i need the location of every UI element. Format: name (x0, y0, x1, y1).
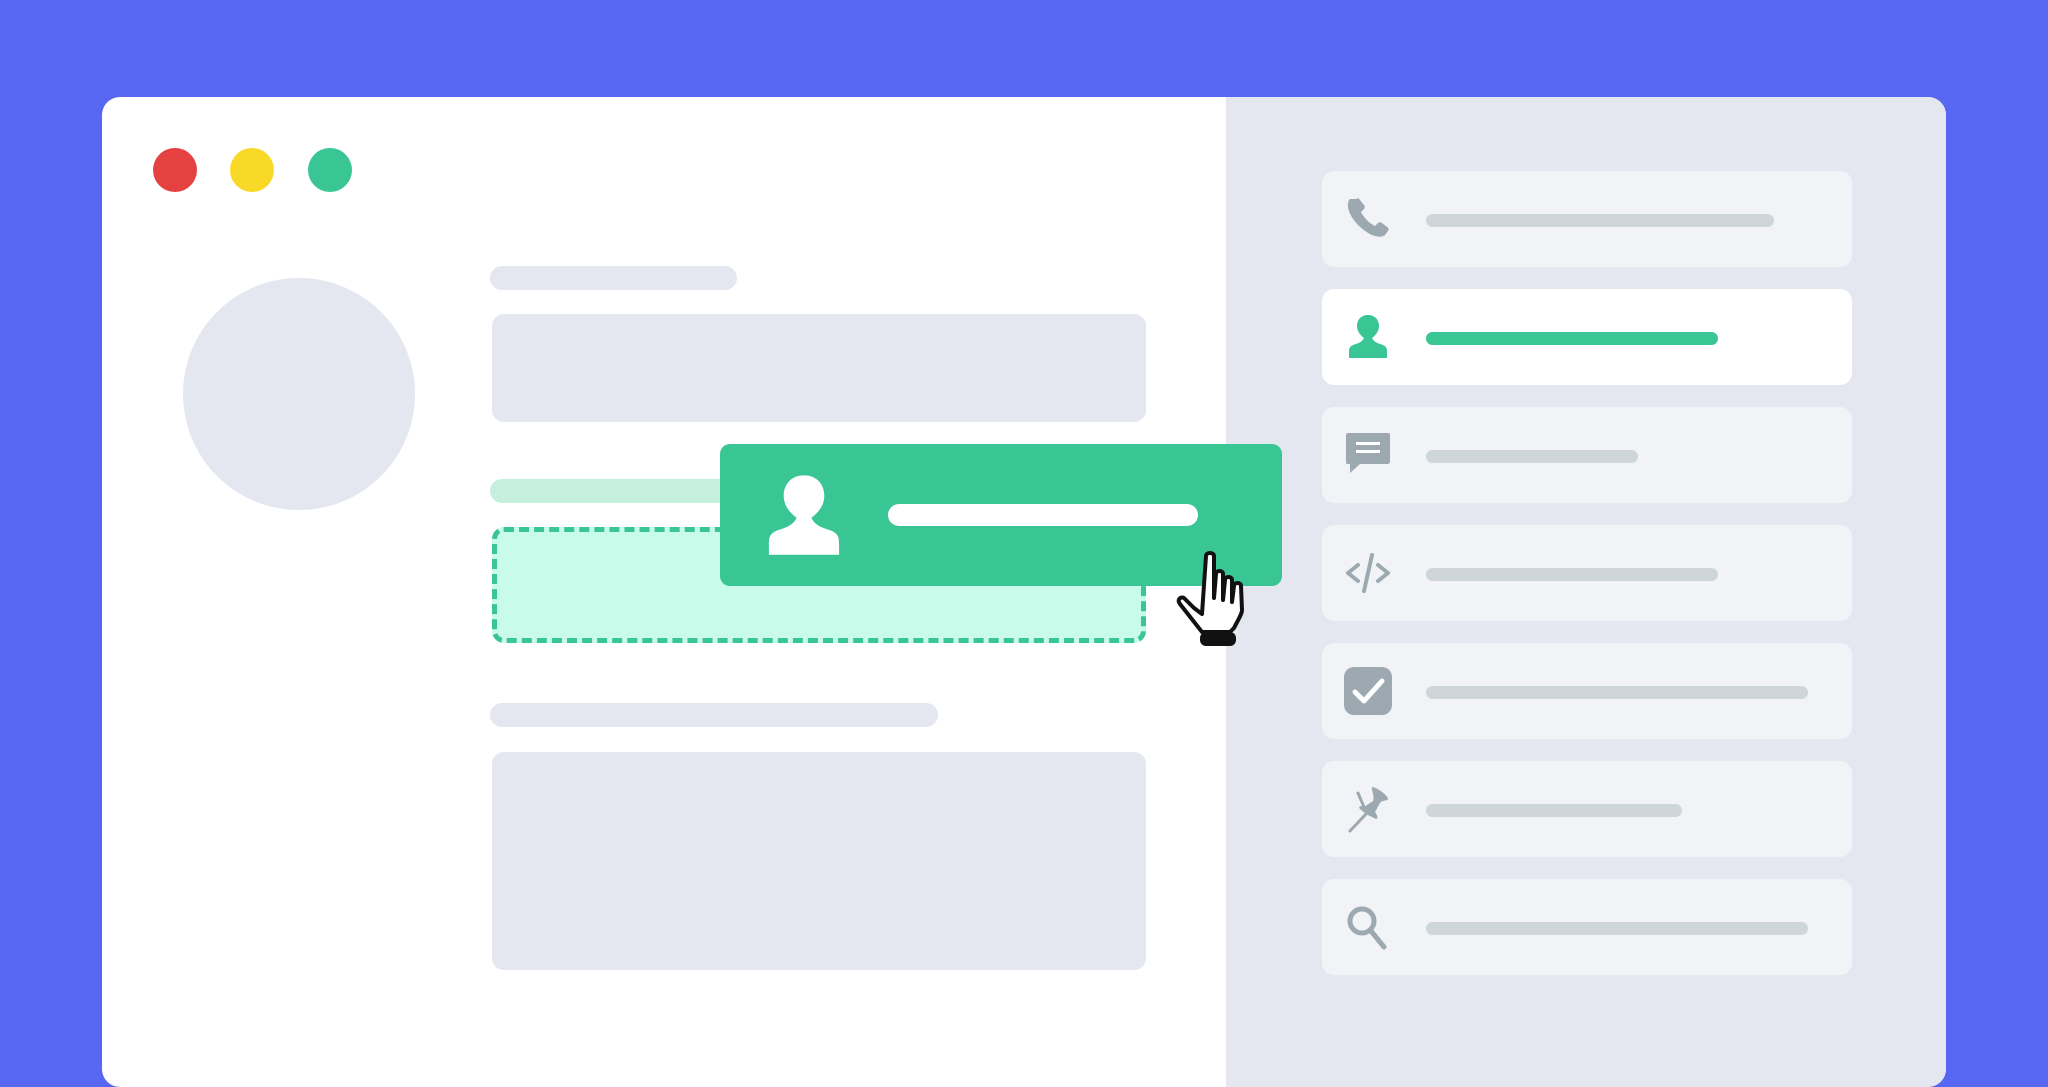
user-icon (768, 475, 840, 555)
sidebar-item-search[interactable] (1322, 879, 1852, 975)
hand-cursor-icon (1176, 551, 1244, 646)
item-text-placeholder (1426, 922, 1808, 935)
sidebar-item-code[interactable] (1322, 525, 1852, 621)
sidebar-item-user[interactable] (1322, 289, 1852, 385)
maximize-button[interactable] (308, 148, 352, 192)
item-text-placeholder (888, 504, 1198, 526)
message-icon (1346, 433, 1390, 473)
field-label-placeholder (490, 266, 737, 290)
checkbox-icon (1344, 667, 1392, 715)
item-text-placeholder (1426, 332, 1718, 345)
user-icon (1349, 315, 1387, 358)
sidebar-item-phone[interactable] (1322, 171, 1852, 267)
sidebar-item-message[interactable] (1322, 407, 1852, 503)
item-text-placeholder (1426, 686, 1808, 699)
textarea-placeholder[interactable] (492, 752, 1146, 970)
code-icon (1346, 553, 1390, 593)
item-text-placeholder (1426, 804, 1682, 817)
item-text-placeholder (1426, 214, 1774, 227)
field-label-placeholder (490, 703, 938, 727)
item-text-placeholder (1426, 450, 1638, 463)
pin-icon (1348, 787, 1388, 833)
avatar-placeholder[interactable] (183, 278, 415, 510)
close-button[interactable] (153, 148, 197, 192)
phone-icon (1347, 198, 1389, 237)
minimize-button[interactable] (230, 148, 274, 192)
app-window (102, 97, 1946, 1087)
sidebar-item-checkbox[interactable] (1322, 643, 1852, 739)
search-icon (1347, 906, 1387, 950)
item-text-placeholder (1426, 568, 1718, 581)
text-input-placeholder[interactable] (492, 314, 1146, 422)
sidebar-item-pin[interactable] (1322, 761, 1852, 857)
